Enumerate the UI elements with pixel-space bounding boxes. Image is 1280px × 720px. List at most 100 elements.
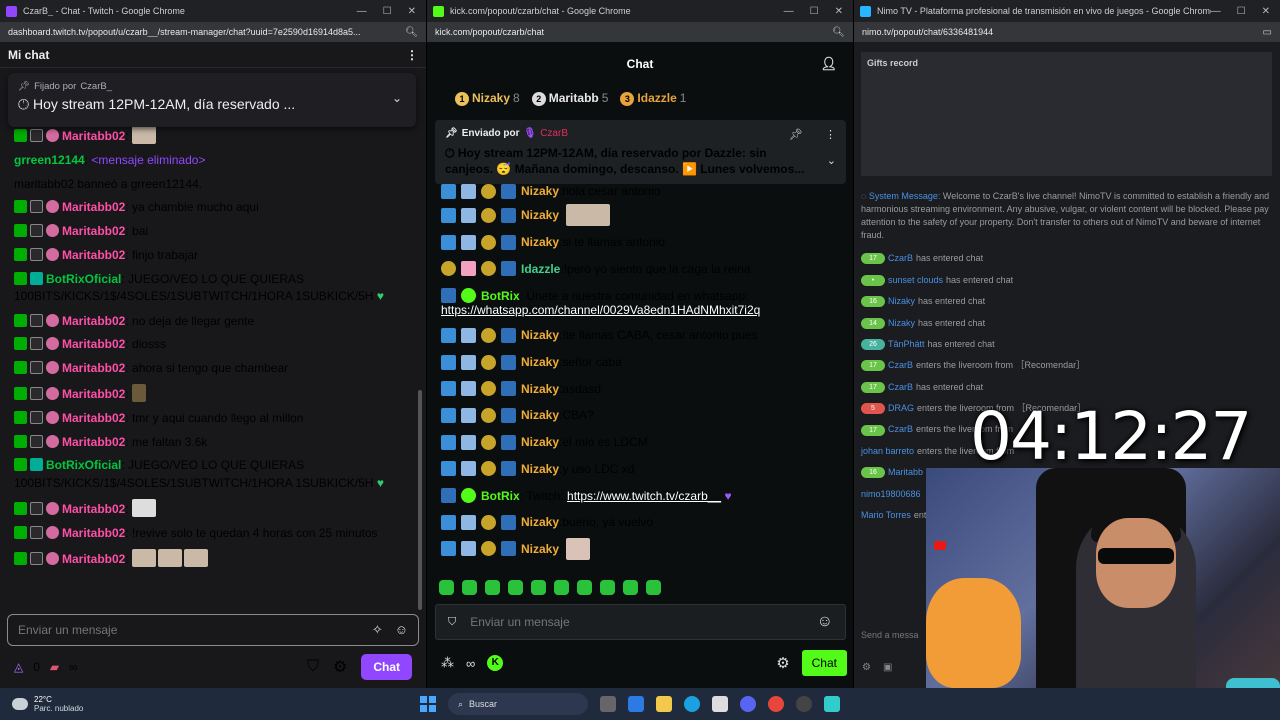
unpin-icon[interactable]: 📌︎ xyxy=(789,128,803,141)
kick-logo-icon[interactable]: K xyxy=(487,655,504,671)
twitch-message-input[interactable] xyxy=(18,623,318,637)
zoom-icon[interactable]: 🔍︎ xyxy=(832,27,845,38)
discord-icon[interactable] xyxy=(740,696,756,712)
username[interactable]: Maritabb02 xyxy=(62,248,125,262)
kick-url[interactable]: kick.com/popout/czarb/chat xyxy=(435,27,544,37)
username[interactable]: Nizaky xyxy=(888,317,915,330)
twitch-url[interactable]: dashboard.twitch.tv/popout/u/czarb__/str… xyxy=(8,27,361,37)
nimo-url[interactable]: nimo.tv/popout/chat/6336481944 xyxy=(862,27,993,37)
username[interactable]: Nizaky xyxy=(521,408,559,422)
username[interactable]: Maritabb02 xyxy=(62,526,125,540)
username[interactable]: DRAG xyxy=(888,402,914,415)
username[interactable]: Maritabb02 xyxy=(62,411,125,425)
emoji-icon[interactable]: ☺ xyxy=(817,613,833,631)
username[interactable]: Maritabb02 xyxy=(62,387,125,401)
settings-icon[interactable]: ⚙ xyxy=(333,657,347,677)
sparkle-icon[interactable]: ✧ xyxy=(372,622,383,638)
username[interactable]: Nizaky xyxy=(521,542,559,556)
username[interactable]: Nizaky xyxy=(521,355,559,369)
close-icon[interactable]: ✕ xyxy=(1262,6,1270,17)
taskbar-search[interactable]: ⌕ Buscar xyxy=(448,693,588,715)
username[interactable]: johan barreto xyxy=(861,445,914,458)
settings-icon[interactable]: ⚙ xyxy=(862,662,871,673)
store-icon[interactable] xyxy=(712,696,728,712)
kicks-icon[interactable]: ⁂ xyxy=(441,655,454,671)
top-gifter-3[interactable]: 3 Idazzle 1 xyxy=(620,91,686,106)
kick-chat-button[interactable]: Chat xyxy=(801,650,847,676)
username[interactable]: Nizaky xyxy=(521,184,559,198)
emote-icon[interactable] xyxy=(646,580,661,595)
username[interactable]: Nizaky xyxy=(521,235,559,249)
username[interactable]: BotRix xyxy=(481,489,520,503)
notepad-icon[interactable] xyxy=(824,696,840,712)
shield-icon[interactable]: ⛉ xyxy=(448,616,456,629)
more-options-icon[interactable]: ⋮ xyxy=(825,128,836,141)
emote-icon[interactable] xyxy=(439,580,454,595)
username[interactable]: Mario Torres xyxy=(861,509,911,522)
twitch-link[interactable]: https://www.twitch.tv/czarb__ xyxy=(567,489,721,503)
emote-icon[interactable] xyxy=(577,580,592,595)
username[interactable]: Nizaky xyxy=(521,515,559,529)
cast-icon[interactable]: ▭ xyxy=(1263,27,1272,38)
emote-icon[interactable] xyxy=(554,580,569,595)
twitch-pinned-message[interactable]: 📌︎ Fijado por CzarB_ 🕛︎ Hoy stream 12PM-… xyxy=(8,73,946,550)
username[interactable]: Maritabb02 xyxy=(62,502,125,516)
badge-icon[interactable]: ▣ xyxy=(883,662,892,673)
emoji-icon[interactable]: ☺ xyxy=(395,622,408,638)
close-icon[interactable]: ✕ xyxy=(835,6,843,17)
username[interactable]: Maritabb02 xyxy=(62,337,125,351)
settings-icon[interactable]: ⚙ xyxy=(776,654,789,672)
minimize-icon[interactable]: — xyxy=(784,6,794,17)
username[interactable]: Maritabb02 xyxy=(62,224,125,238)
top-gifter-1[interactable]: 1 Nizaky 8 xyxy=(455,91,520,106)
username[interactable]: Nizaky xyxy=(521,328,559,342)
chevron-down-icon[interactable]: ⌄ xyxy=(827,154,836,167)
chevron-down-icon[interactable]: ⌄ xyxy=(392,91,402,105)
username[interactable]: Maritabb02 xyxy=(62,435,125,449)
username[interactable]: nimo19800686 xyxy=(861,488,921,501)
username[interactable]: CzarB xyxy=(888,359,913,372)
username[interactable]: sunset clouds xyxy=(888,274,943,287)
top-gifter-2[interactable]: 2 Maritabb 5 xyxy=(531,91,608,106)
user-list-icon[interactable]: 👤︎ xyxy=(820,56,837,72)
twitch-message-input-box[interactable]: ✧☺ xyxy=(7,614,419,646)
maximize-icon[interactable]: ☐ xyxy=(383,6,392,17)
edge-icon[interactable] xyxy=(684,696,700,712)
username[interactable]: Maritabb02 xyxy=(62,552,125,566)
username[interactable]: Maritabb02 xyxy=(62,314,125,328)
twitch-scrollbar[interactable] xyxy=(418,390,422,610)
username[interactable]: Maritabb02 xyxy=(62,200,125,214)
start-icon[interactable] xyxy=(420,696,436,712)
emote-icon[interactable] xyxy=(485,580,500,595)
channel-points-icon[interactable]: ◬ xyxy=(14,660,23,674)
username[interactable]: CzarB xyxy=(888,381,913,394)
deleted-message[interactable]: <mensaje eliminado> xyxy=(91,153,205,167)
username[interactable]: TânPhátt xyxy=(888,338,925,351)
username[interactable]: Maritabb02 xyxy=(62,361,125,375)
username[interactable]: BotRixOficial xyxy=(46,458,121,472)
task-view-icon[interactable] xyxy=(600,696,616,712)
file-explorer-icon[interactable] xyxy=(656,696,672,712)
twitch-url-bar[interactable]: dashboard.twitch.tv/popout/u/czarb__/str… xyxy=(0,22,426,42)
username[interactable]: Nizaky xyxy=(521,462,559,476)
username[interactable]: CzarB xyxy=(888,423,913,436)
username[interactable]: Nizaky xyxy=(521,435,559,449)
emote-icon[interactable] xyxy=(531,580,546,595)
emote-icon[interactable] xyxy=(508,580,523,595)
username[interactable]: BotRix xyxy=(481,289,520,303)
maximize-icon[interactable]: ☐ xyxy=(1237,6,1246,17)
widgets-icon[interactable] xyxy=(628,696,644,712)
emote-icon[interactable] xyxy=(623,580,638,595)
whatsapp-link[interactable]: https://whatsapp.com/channel/0029Va8edn1… xyxy=(441,303,760,317)
username[interactable]: Nizaky xyxy=(521,208,559,222)
username[interactable]: Nizaky xyxy=(888,295,915,308)
zoom-icon[interactable]: 🔍︎ xyxy=(405,27,418,38)
kick-pinned-message[interactable]: 📌︎ Enviado por 🎙︎ CzarB 📌︎ ⋮ 🕛︎ Hoy stream 1… xyxy=(435,120,846,184)
twitch-chat-button[interactable]: Chat xyxy=(361,654,412,680)
weather-widget[interactable]: 22°C Parc. nublado xyxy=(0,695,420,713)
prediction-icon[interactable]: ▰ xyxy=(50,660,59,674)
shield-icon[interactable]: ⛉ xyxy=(307,658,319,676)
emote-icon[interactable] xyxy=(462,580,477,595)
chrome-icon[interactable] xyxy=(768,696,784,712)
minimize-icon[interactable]: — xyxy=(357,6,367,17)
